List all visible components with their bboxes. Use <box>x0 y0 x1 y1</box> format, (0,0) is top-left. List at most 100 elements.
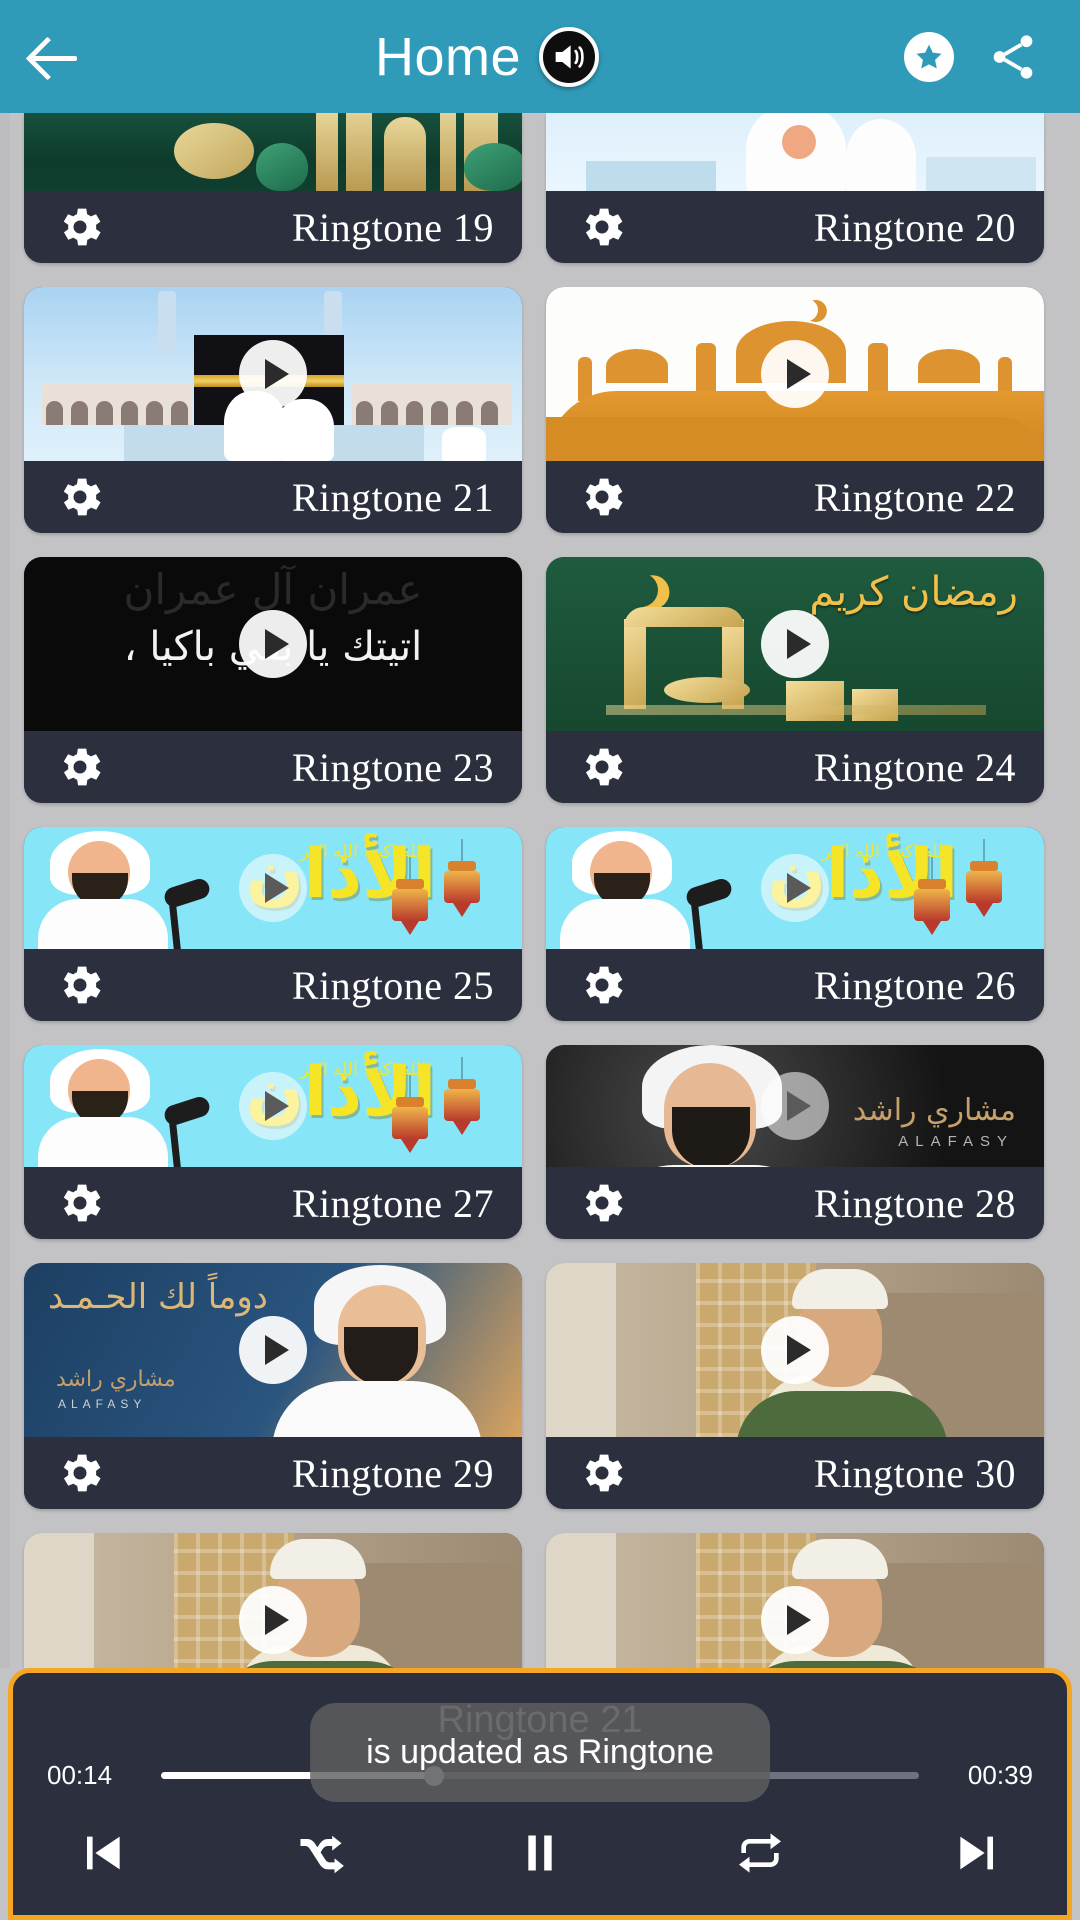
grid-row <box>24 1533 1056 1668</box>
card-thumbnail[interactable] <box>546 113 1044 191</box>
play-icon[interactable] <box>761 340 829 408</box>
artwork-subcaption: ALAFASY <box>58 1397 147 1411</box>
gear-icon[interactable] <box>54 471 106 523</box>
card-footer: Ringtone 28 <box>546 1167 1044 1239</box>
card-footer: Ringtone 29 <box>24 1437 522 1509</box>
ringtone-card[interactable]: رمضان كريم Ringtone 24 <box>546 557 1044 803</box>
play-icon[interactable] <box>761 610 829 678</box>
artwork-subcaption: ALAFASY <box>898 1133 1014 1150</box>
card-thumbnail[interactable]: رمضان كريم <box>546 557 1044 731</box>
ringtone-card[interactable]: الأذان الله اكبر. الله اكبر Ringtone 25 <box>24 827 522 1021</box>
card-thumbnail[interactable] <box>546 1533 1044 1668</box>
artwork-subcaption: الله اكبر. الله اكبر <box>300 842 426 862</box>
gear-icon[interactable] <box>576 471 628 523</box>
play-icon[interactable] <box>239 1072 307 1140</box>
play-icon[interactable] <box>239 854 307 922</box>
shuffle-icon[interactable] <box>285 1817 357 1889</box>
scroll-edge <box>0 113 10 1668</box>
header-title-group: Home <box>70 26 904 88</box>
card-label: Ringtone 20 <box>813 204 1016 250</box>
card-thumbnail[interactable]: الأذان الله اكبر. الله اكبر <box>546 827 1044 949</box>
card-footer: Ringtone 20 <box>546 191 1044 263</box>
pause-icon[interactable] <box>504 1817 576 1889</box>
ringtone-card[interactable]: الأذان الله اكبر. الله اكبر Ringtone 26 <box>546 827 1044 1021</box>
gear-icon[interactable] <box>54 1447 106 1499</box>
card-footer: Ringtone 19 <box>24 191 522 263</box>
card-label: Ringtone 21 <box>291 474 494 520</box>
gear-icon[interactable] <box>576 1447 628 1499</box>
artwork-caption: دوماً لك الحـمـد <box>48 1277 268 1317</box>
ringtone-card[interactable]: Ringtone 20 <box>546 113 1044 263</box>
favorite-star-icon[interactable] <box>904 31 954 82</box>
grid-row: الأذان الله اكبر. الله اكبر Ringtone 27 … <box>24 1045 1056 1263</box>
play-icon[interactable] <box>761 1316 829 1384</box>
repeat-icon[interactable] <box>724 1817 796 1889</box>
card-thumbnail[interactable] <box>546 1263 1044 1437</box>
artwork-logo: مشاري راشد <box>56 1367 176 1392</box>
card-label: Ringtone 28 <box>813 1180 1016 1226</box>
speaker-icon[interactable] <box>539 26 600 87</box>
ringtone-card[interactable]: الأذان الله اكبر. الله اكبر Ringtone 27 <box>24 1045 522 1239</box>
artwork-sky-person <box>546 113 1044 191</box>
grid-row: عمران آل عمران اتيتك يا بقي باكيا ، Ring… <box>24 557 1056 827</box>
gear-icon[interactable] <box>576 1177 628 1229</box>
card-footer: Ringtone 26 <box>546 949 1044 1021</box>
skip-next-icon[interactable] <box>943 1817 1015 1889</box>
share-icon[interactable] <box>986 30 1040 84</box>
gear-icon[interactable] <box>576 959 628 1011</box>
ringtone-card[interactable]: عمران آل عمران اتيتك يا بقي باكيا ، Ring… <box>24 557 522 803</box>
card-label: Ringtone 26 <box>813 962 1016 1008</box>
gear-icon[interactable] <box>576 741 628 793</box>
gear-icon[interactable] <box>54 201 106 253</box>
play-icon[interactable] <box>239 1316 307 1384</box>
ringtone-card[interactable]: دوماً لك الحـمـد مشاري راشد ALAFASY Ring… <box>24 1263 522 1509</box>
gear-icon[interactable] <box>54 959 106 1011</box>
play-icon[interactable] <box>761 1072 829 1140</box>
card-thumbnail[interactable]: مشاري راشد ALAFASY <box>546 1045 1044 1167</box>
gear-icon[interactable] <box>54 741 106 793</box>
duration-time: 00:39 <box>967 1760 1033 1790</box>
grid-row: Ringtone 19 Ringtone 20 <box>24 113 1056 287</box>
player-controls <box>13 1791 1067 1889</box>
play-icon[interactable] <box>239 340 307 408</box>
card-thumbnail[interactable]: عمران آل عمران اتيتك يا بقي باكيا ، <box>24 557 522 731</box>
card-thumbnail[interactable] <box>24 1533 522 1668</box>
card-footer: Ringtone 24 <box>546 731 1044 803</box>
page-title: Home <box>374 26 522 87</box>
ringtone-card[interactable]: Ringtone 22 <box>546 287 1044 533</box>
ringtone-card[interactable]: مشاري راشد ALAFASY Ringtone 28 <box>546 1045 1044 1239</box>
ringtone-card[interactable]: Ringtone 21 <box>24 287 522 533</box>
card-thumbnail[interactable] <box>24 113 522 191</box>
card-thumbnail[interactable] <box>546 287 1044 461</box>
crescent-moon-icon <box>619 568 663 612</box>
back-arrow-icon <box>29 31 81 83</box>
gear-icon[interactable] <box>576 201 628 253</box>
ringtone-card[interactable]: Ringtone 30 <box>546 1263 1044 1509</box>
play-icon[interactable] <box>239 610 307 678</box>
card-label: Ringtone 25 <box>291 962 494 1008</box>
card-footer: Ringtone 30 <box>546 1437 1044 1509</box>
skip-previous-icon[interactable] <box>65 1817 137 1889</box>
ringtone-card[interactable] <box>24 1533 522 1668</box>
ringtone-card[interactable] <box>546 1533 1044 1668</box>
play-icon[interactable] <box>761 854 829 922</box>
grid-row: دوماً لك الحـمـد مشاري راشد ALAFASY Ring… <box>24 1263 1056 1533</box>
card-label: Ringtone 19 <box>291 204 494 250</box>
card-footer: Ringtone 23 <box>24 731 522 803</box>
artwork-subcaption: الله اكبر. الله اكبر <box>822 842 948 862</box>
ringtone-grid[interactable]: Ringtone 19 Ringtone 20 Ringtone 21 Ring… <box>0 113 1080 1668</box>
elapsed-time: 00:14 <box>47 1760 113 1790</box>
gear-icon[interactable] <box>54 1177 106 1229</box>
card-thumbnail[interactable]: دوماً لك الحـمـد مشاري راشد ALAFASY <box>24 1263 522 1437</box>
card-footer: Ringtone 21 <box>24 461 522 533</box>
card-thumbnail[interactable] <box>24 287 522 461</box>
play-icon[interactable] <box>761 1586 829 1654</box>
card-thumbnail[interactable]: الأذان الله اكبر. الله اكبر <box>24 827 522 949</box>
card-footer: Ringtone 27 <box>24 1167 522 1239</box>
card-label: Ringtone 24 <box>813 744 1016 790</box>
ringtone-card[interactable]: Ringtone 19 <box>24 113 522 263</box>
card-footer: Ringtone 22 <box>546 461 1044 533</box>
card-thumbnail[interactable]: الأذان الله اكبر. الله اكبر <box>24 1045 522 1167</box>
play-icon[interactable] <box>239 1586 307 1654</box>
card-label: Ringtone 27 <box>291 1180 494 1226</box>
